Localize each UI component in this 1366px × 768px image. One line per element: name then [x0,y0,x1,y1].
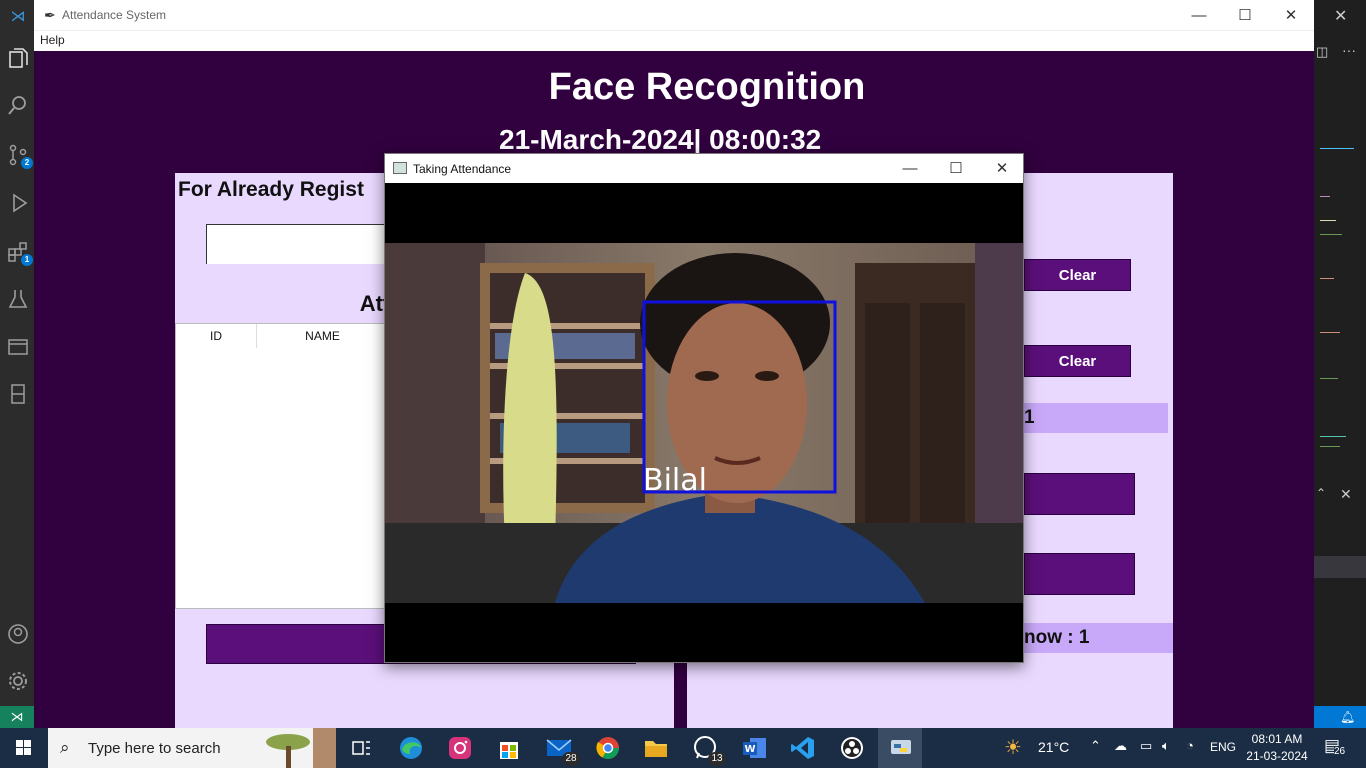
instagram-icon[interactable] [445,734,475,762]
panel-divider [674,660,686,728]
system-tray: ⌃ ☁ ▭ 🔈︎ ◔ ENG [1090,728,1240,768]
notification-center-button[interactable]: ▤ 26 [1316,734,1360,762]
source-control-icon[interactable]: 2 [7,144,33,169]
mail-icon[interactable]: 28 [544,734,580,766]
close-icon[interactable]: ✕ [1268,0,1314,31]
split-editor-icon[interactable]: ◫ [1316,44,1328,60]
file-explorer-icon[interactable] [641,734,671,762]
clear-button-2[interactable]: Clear [1024,345,1131,377]
registration-count-value: 1 [1024,407,1035,428]
settings-gear-icon[interactable] [7,670,29,692]
recognized-name-label: Bilal [643,463,707,498]
chevron-up-icon[interactable]: ⌃ [1316,486,1326,500]
feather-icon: ✒ [44,7,56,23]
minimap [1316,60,1356,480]
search-icon: ⌕ [60,738,70,757]
notification-count: 26 [1334,746,1346,757]
testing-icon[interactable] [7,288,29,310]
vscode-editor-edge: ✕ ◫ ··· ⌃ ✕ 🔔︎ [1314,0,1366,728]
onedrive-icon[interactable]: ☁ [1114,738,1127,754]
vscode-icon[interactable] [788,734,818,762]
edge-icon[interactable] [396,734,426,762]
registered-panel-header: For Already Regist [178,178,364,201]
whatsapp-badge: 13 [708,752,726,766]
menu-help[interactable]: Help [40,33,65,47]
meet-now-icon[interactable]: ▭ [1140,738,1152,754]
column-id[interactable]: ID [176,324,257,348]
taskbar-date: 21-03-2024 [1246,749,1308,763]
extensions-badge: 1 [21,254,33,266]
vscode-title-controls: ✕ [1314,0,1366,34]
taskbar-clock[interactable]: 08:01 AM 21-03-2024 [1244,731,1310,765]
explorer-icon[interactable] [7,47,29,69]
taskbar-search-box[interactable]: ⌕ Type here to search [48,728,336,768]
camera-feed: Bilal [385,243,1023,603]
camera-window-title: Taking Attendance [413,162,512,176]
taskbar: ⌕ Type here to search 28 13 W ☀ 21°C ⌃ ☁… [0,728,1366,768]
date-time-label: 21-March-2024| 08:00:32 [499,124,822,155]
windows-logo-icon [16,740,31,755]
remote-indicator-icon[interactable]: ⋊ [0,706,34,728]
chevron-up-icon[interactable]: ⌃ [1090,738,1101,754]
close-icon[interactable]: ✕ [1334,6,1347,26]
remote-explorer-icon[interactable] [7,336,29,358]
temperature: 21°C [1038,739,1070,755]
window-titlebar: ✒ Attendance System — ☐ ✕ [34,0,1314,31]
panel-close-icon[interactable]: ✕ [1340,486,1352,503]
column-name[interactable]: NAME [257,324,389,348]
taking-attendance-window: Taking Attendance — ☐ ✕ Bilal [384,153,1024,663]
vscode-logo-icon: ⋊ [10,8,26,25]
containers-icon[interactable] [7,383,29,405]
camera-window-titlebar: Taking Attendance — ☐ ✕ [385,154,1023,183]
svg-text:W: W [744,744,755,755]
minimize-icon[interactable]: — [1176,0,1222,31]
volume-icon[interactable]: 🔈︎ [1162,738,1170,754]
bell-icon[interactable]: 🔔︎ [1340,706,1355,728]
minimize-icon[interactable]: — [887,154,933,183]
task-view-icon[interactable] [346,734,376,762]
search-icon[interactable] [7,94,29,116]
total-registrations-value: now : 1 [1024,627,1090,648]
total-registrations: now : 1 [1024,623,1173,653]
maximize-icon[interactable]: ☐ [933,154,979,183]
weather-sun-icon: ☀ [1004,737,1022,759]
taskbar-time: 08:01 AM [1251,732,1303,746]
start-button[interactable] [0,728,48,768]
word-icon[interactable]: W [740,734,770,762]
source-control-badge: 2 [21,157,33,169]
clear-button-1[interactable]: Clear [1024,259,1131,291]
window-title: Attendance System [62,8,167,22]
take-images-button[interactable] [1024,473,1135,515]
status-bar-right: 🔔︎ [1314,706,1366,728]
chrome-icon[interactable] [593,734,623,762]
page-title: Face Recognition [548,66,866,108]
microsoft-store-icon[interactable] [494,734,524,762]
more-actions-icon[interactable]: ··· [1342,42,1356,58]
camera-image [385,243,1023,603]
close-icon[interactable]: ✕ [979,154,1025,183]
run-debug-icon[interactable] [7,192,29,214]
vscode-activity-bar: ⋊ 2 1 [0,0,34,728]
registration-count: 1 [1024,403,1168,433]
python-icon[interactable] [886,734,916,762]
mail-badge: 28 [562,752,580,766]
extensions-icon[interactable]: 1 [7,241,33,266]
search-highlight-tree-icon [266,728,336,768]
whatsapp-icon[interactable]: 13 [690,734,726,766]
wifi-icon[interactable]: ◔ [1186,738,1194,753]
save-profile-button[interactable] [1024,553,1135,595]
selected-row [1314,556,1366,578]
account-icon[interactable] [7,623,29,645]
maximize-icon[interactable]: ☐ [1222,0,1268,31]
search-placeholder: Type here to search [88,740,221,757]
window-app-icon [393,162,407,174]
weather-widget[interactable]: ☀ 21°C [1004,728,1084,768]
obs-icon[interactable] [837,734,867,762]
language-indicator[interactable]: ENG [1210,740,1236,754]
menu-bar: Help [34,31,1314,51]
